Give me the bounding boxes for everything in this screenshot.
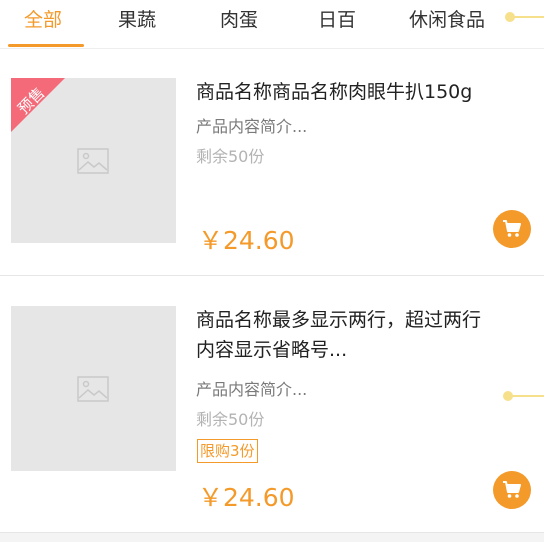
- product-title[interactable]: 商品名称最多显示两行，超过两行 内容显示省略号...: [196, 305, 526, 365]
- tab-daily-goods[interactable]: 日百: [318, 0, 356, 40]
- add-to-cart-button[interactable]: [493, 210, 531, 248]
- stock-remaining: 剩余50份: [196, 410, 265, 429]
- cart-icon: [503, 220, 521, 237]
- tab-scroll-indicator-line: [512, 16, 544, 18]
- image-placeholder-icon: [77, 376, 109, 402]
- product-card[interactable]: 预售 商品名称商品名称肉眼牛扒150g 产品内容简介... 剩余50份 ￥24.…: [0, 49, 544, 275]
- product-card[interactable]: 商品名称最多显示两行，超过两行 内容显示省略号... 产品内容简介... 剩余5…: [0, 276, 544, 532]
- tab-all[interactable]: 全部: [24, 0, 62, 40]
- tab-meat-eggs[interactable]: 肉蛋: [220, 0, 258, 40]
- category-tab-bar: 全部 果蔬 肉蛋 日百 休闲食品: [0, 0, 544, 48]
- presale-badge: 预售: [11, 78, 67, 134]
- list-footer-gap: [0, 533, 544, 542]
- tab-snacks[interactable]: 休闲食品: [409, 0, 485, 40]
- tab-fruits-vegetables[interactable]: 果蔬: [118, 0, 156, 40]
- add-to-cart-button[interactable]: [493, 471, 531, 509]
- product-description: 产品内容简介...: [196, 117, 308, 136]
- product-description: 产品内容简介...: [196, 380, 308, 399]
- stock-remaining: 剩余50份: [196, 147, 265, 166]
- list-scroll-indicator-line: [510, 395, 544, 397]
- product-thumbnail[interactable]: [11, 306, 176, 471]
- product-title-line-1: 商品名称最多显示两行，超过两行: [196, 309, 482, 331]
- product-title[interactable]: 商品名称商品名称肉眼牛扒150g: [196, 77, 526, 107]
- cart-icon: [503, 481, 521, 498]
- product-title-line-2: 内容显示省略号...: [196, 339, 348, 361]
- image-placeholder-icon: [77, 148, 109, 174]
- product-thumbnail[interactable]: 预售: [11, 78, 176, 243]
- product-price: ￥24.60: [198, 226, 295, 255]
- active-tab-indicator: [8, 44, 84, 47]
- product-price: ￥24.60: [198, 483, 295, 512]
- purchase-limit-badge: 限购3份: [197, 439, 258, 463]
